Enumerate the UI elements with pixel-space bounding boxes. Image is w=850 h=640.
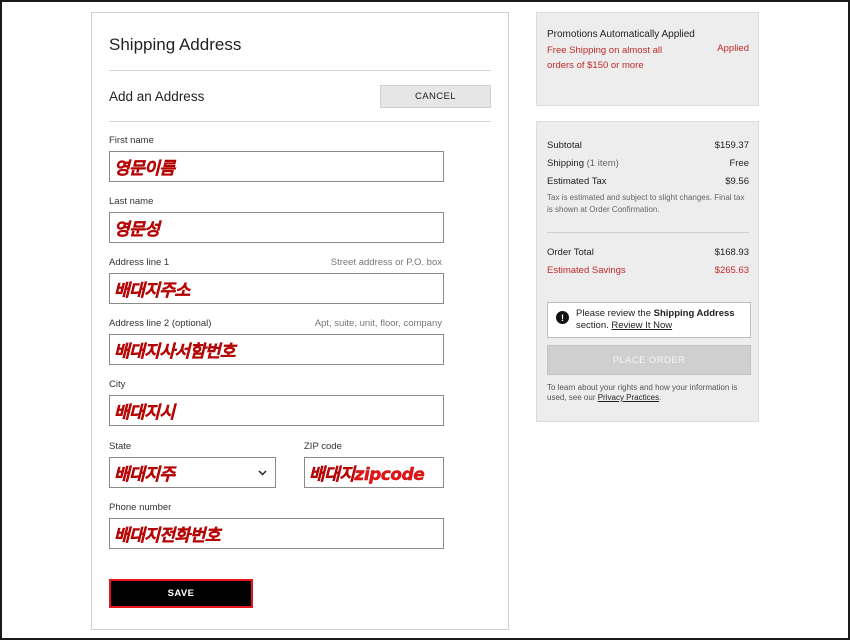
phone-value: 배대지전화번호 [114,526,221,546]
page-title: Shipping Address [109,35,242,54]
address2-hint: Apt, suite, unit, floor, company [314,318,442,329]
shipping-address-panel: Shipping Address Add an Address CANCEL F… [91,12,509,630]
zip-input[interactable]: 배대지zipcode [304,457,444,488]
total-label: Order Total [547,247,594,258]
subtotal-value: $159.37 [714,140,749,151]
subtotal-row: Subtotal $159.37 [547,140,749,151]
cancel-button[interactable]: CANCEL [380,85,491,108]
first-name-value: 영문이름 [114,159,175,179]
save-button[interactable]: SAVE [109,579,253,608]
shipping-count: (1 item) [586,158,619,169]
state-value: 배대지주 [114,465,175,485]
total-row: Order Total $168.93 [547,247,749,258]
section-title: Add an Address [109,89,205,104]
place-order-button[interactable]: PLACE ORDER [547,345,751,375]
city-value: 배대지시 [114,403,175,423]
privacy-practices-link[interactable]: Privacy Practices [598,393,659,402]
phone-label: Phone number [109,502,172,513]
address1-input[interactable]: 배대지주소 [109,273,444,304]
divider [547,232,749,233]
zip-value: 배대지zipcode [309,465,425,485]
privacy-notice: To learn about your rights and how your … [547,383,752,403]
promo-status: Applied [717,43,749,54]
chevron-down-icon [258,467,267,479]
shipping-label: Shipping [547,158,584,169]
address1-value: 배대지주소 [114,281,191,301]
review-notice: ! Please review the Shipping Address sec… [547,302,751,338]
savings-row: Estimated Savings $265.63 [547,265,749,276]
last-name-input[interactable]: 영문성 [109,212,444,243]
last-name-value: 영문성 [114,220,160,240]
first-name-input[interactable]: 영문이름 [109,151,444,182]
phone-input[interactable]: 배대지전화번호 [109,518,444,549]
savings-value: $265.63 [714,265,749,276]
address1-hint: Street address or P.O. box [330,257,442,268]
rights-end: . [659,393,662,402]
subtotal-label: Subtotal [547,140,582,151]
city-label: City [109,379,126,390]
address1-label: Address line 1 [109,257,170,268]
notice-bold: Shipping Address [653,308,735,319]
first-name-label: First name [109,135,154,146]
total-value: $168.93 [714,247,749,258]
shipping-row: Shipping (1 item) Free [547,158,749,169]
divider [109,121,491,122]
savings-label: Estimated Savings [547,265,626,276]
address2-label: Address line 2 (optional) [109,318,212,329]
last-name-label: Last name [109,196,154,207]
state-select[interactable]: 배대지주 [109,457,276,488]
notice-mid: section. [576,320,609,331]
shipping-value: Free [729,158,749,169]
tax-label: Estimated Tax [547,176,607,187]
divider [109,70,491,71]
notice-prefix: Please review the [576,308,651,319]
zip-label: ZIP code [304,441,342,452]
review-it-now-link[interactable]: Review It Now [611,320,672,331]
address2-value: 배대지사서함번호 [114,342,236,362]
promo-title: Promotions Automatically Applied [547,29,695,40]
address2-input[interactable]: 배대지사서함번호 [109,334,444,365]
order-summary: Subtotal $159.37 Shipping (1 item) Free … [536,121,759,422]
tax-value: $9.56 [725,176,749,187]
exclamation-icon: ! [556,311,569,324]
tax-note: Tax is estimated and subject to slight c… [547,193,745,214]
state-label: State [109,441,132,452]
tax-row: Estimated Tax $9.56 [547,176,749,187]
promo-text: Free Shipping on almost all orders of $1… [547,45,663,71]
promotions-box: Promotions Automatically Applied Free Sh… [536,12,759,106]
city-input[interactable]: 배대지시 [109,395,444,426]
